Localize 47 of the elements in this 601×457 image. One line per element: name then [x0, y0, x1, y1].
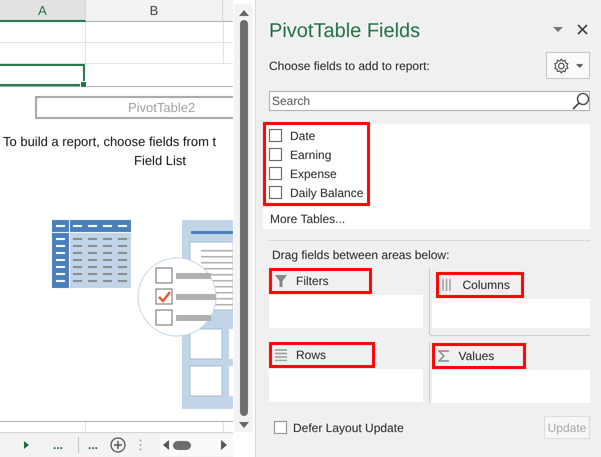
- more-sheets-button[interactable]: ...: [88, 439, 98, 451]
- scroll-down-icon: [238, 422, 248, 428]
- horizontal-scrollbar[interactable]: [160, 434, 233, 456]
- checkbox[interactable]: [274, 421, 287, 434]
- active-cell[interactable]: [0, 64, 85, 86]
- checkbox-label[interactable]: Defer Layout Update: [293, 420, 404, 434]
- checkbox[interactable]: [269, 167, 282, 180]
- scroll-right-icon: [221, 440, 227, 450]
- more-tables-link[interactable]: More Tables...: [270, 212, 590, 226]
- splitter-handle-icon[interactable]: [139, 439, 142, 451]
- field-label[interactable]: Expense: [290, 166, 337, 180]
- field-label[interactable]: Date: [290, 128, 316, 142]
- filter-icon: [275, 275, 287, 287]
- vertical-scrollbar[interactable]: [234, 4, 253, 432]
- instruction-text: Choose fields to add to report:: [269, 58, 430, 72]
- area-label: Rows: [296, 348, 326, 362]
- area-label: Filters: [296, 274, 329, 288]
- checkbox[interactable]: [269, 186, 282, 199]
- area-label: Columns: [462, 278, 510, 292]
- scroll-thumb[interactable]: [173, 440, 192, 450]
- checkbox[interactable]: [269, 148, 282, 161]
- dropdown-caret-icon[interactable]: [553, 26, 563, 32]
- settings-button[interactable]: [546, 52, 590, 79]
- checkbox[interactable]: [269, 129, 282, 142]
- instruction-text: Drag fields between areas below:: [272, 248, 450, 262]
- column-header[interactable]: B: [86, 0, 223, 22]
- scroll-up-icon: [238, 10, 248, 16]
- rows-icon: [275, 349, 287, 361]
- field-label[interactable]: Earning: [290, 148, 332, 162]
- field-label[interactable]: Daily Balance: [290, 186, 364, 200]
- add-sheet-icon[interactable]: [110, 437, 126, 453]
- instruction-text: To build a report, choose fields from t: [2, 133, 218, 151]
- panel-title: PivotTable Fields: [269, 20, 422, 42]
- area-label: Values: [458, 349, 494, 363]
- search-field[interactable]: Search: [269, 91, 590, 111]
- search-icon: [572, 92, 589, 110]
- next-sheet-icon[interactable]: [24, 441, 29, 449]
- settings-icon: [553, 56, 570, 74]
- column-header[interactable]: A: [0, 0, 86, 22]
- sigma-icon: [438, 350, 450, 362]
- pivot-name-field: PivotTable2: [35, 96, 233, 119]
- instruction-text: Field List: [133, 152, 188, 170]
- more-sheets-button[interactable]: ...: [53, 439, 64, 451]
- close-icon[interactable]: [577, 24, 588, 34]
- scroll-left-icon: [163, 440, 170, 450]
- caret-icon: [576, 64, 583, 68]
- columns-icon: [442, 279, 454, 291]
